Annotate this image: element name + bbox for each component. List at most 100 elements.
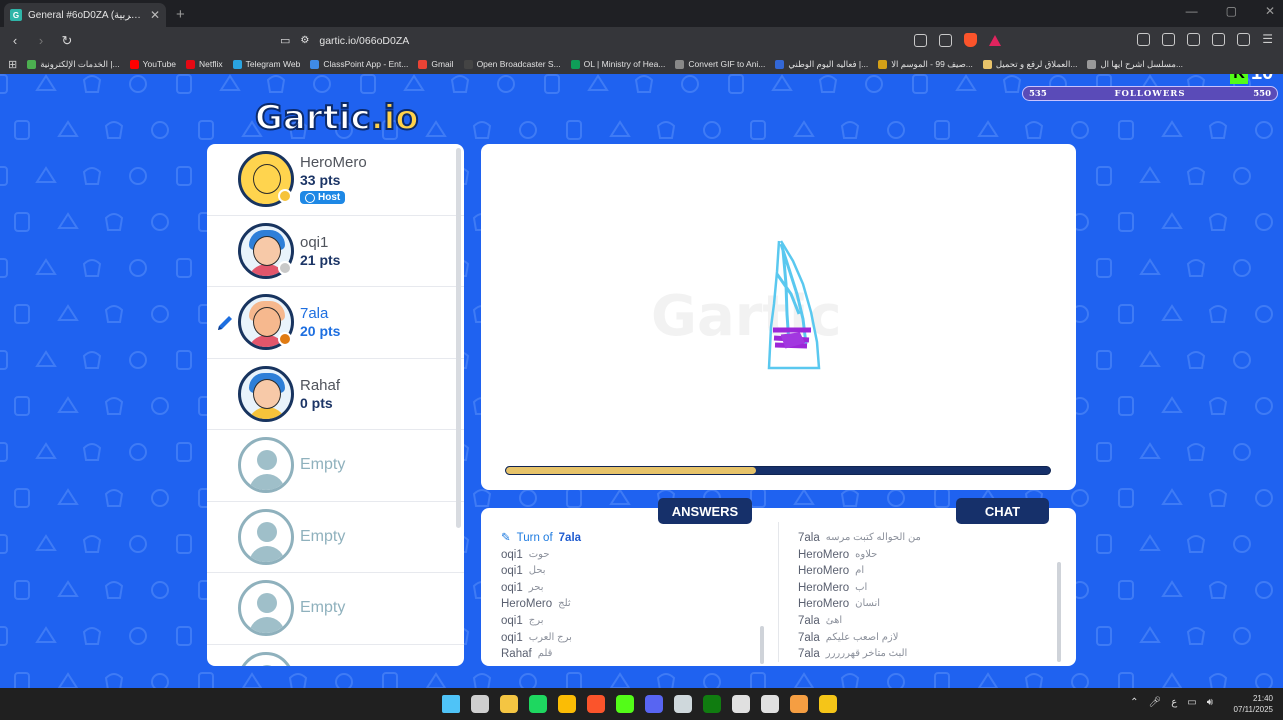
chat-scrollbar[interactable] [1057, 562, 1061, 662]
doodle-shape [82, 535, 102, 553]
url-field[interactable]: ▭ ⚙ gartic.io/066oD0ZA [280, 30, 900, 51]
microphone-icon[interactable]: 🎤︎ [1149, 697, 1162, 708]
bookmark-item[interactable]: صيف 99 - الموسم الا... [878, 59, 973, 70]
brave-shields-icon[interactable] [964, 33, 977, 47]
obs-icon[interactable] [761, 695, 779, 713]
doodle-shape [1096, 166, 1112, 186]
answers-scrollbar[interactable] [760, 626, 764, 664]
settings-icon[interactable] [732, 695, 750, 713]
doodle-shape [609, 672, 631, 688]
blender-icon[interactable] [790, 695, 808, 713]
player-name: HeroMero [300, 154, 367, 172]
clock[interactable]: 21:40 07/11/2025 [1234, 693, 1273, 715]
player-drawing [767, 240, 821, 370]
browser-tab-active[interactable]: G General #6oD0ZA (العربية) - Gar ✕ [4, 3, 166, 27]
bookmark-label: Telegram Web [245, 59, 301, 69]
answers-tab[interactable]: ANSWERS [658, 498, 752, 524]
apps-grid-icon[interactable]: ⊞ [8, 58, 17, 71]
doodle-shape [35, 258, 57, 275]
doodle-shape [151, 397, 169, 415]
new-tab-button[interactable]: + [176, 6, 185, 23]
message-author: oqi1 [501, 548, 523, 561]
bookmark-item[interactable]: Telegram Web [232, 59, 301, 69]
bookmark-item[interactable]: العملاق لرفع و تحميل... [982, 59, 1077, 70]
player-row[interactable]: HeroMero 33 pts Host [207, 144, 464, 216]
bookmark-page-icon[interactable]: ▭ [280, 34, 290, 47]
logo-main: Gartic [254, 97, 372, 139]
chat-message: HeroMero انسان [798, 596, 921, 613]
doodle-shape [634, 75, 654, 93]
drawing-canvas[interactable]: Gartic [481, 144, 1076, 490]
tray-overflow-icon[interactable]: ⌃ [1130, 697, 1138, 708]
answer-item: HeroMero ثلج [501, 596, 581, 613]
player-row[interactable]: 7ala 20 pts [207, 287, 464, 359]
kick-app-icon[interactable] [616, 695, 634, 713]
players-scrollbar[interactable] [456, 148, 461, 528]
screenshot-icon[interactable] [1137, 33, 1151, 46]
vpn-icon[interactable] [1237, 33, 1251, 46]
volume-icon[interactable]: 🔊︎ [1207, 697, 1213, 708]
doodle-shape [176, 74, 192, 94]
chat-tab[interactable]: CHAT [956, 498, 1049, 524]
brave-browser-icon[interactable] [587, 695, 605, 713]
followers-goal-bar: 535 FOLLOWERS 550 [1022, 86, 1278, 101]
doodle-shape [14, 488, 30, 508]
reload-icon[interactable]: ↻ [60, 33, 74, 49]
file-explorer-icon[interactable] [500, 695, 518, 713]
maximize-icon[interactable]: ▢ [1226, 4, 1237, 18]
task-view-icon[interactable] [471, 695, 489, 713]
empty-slot-label: Empty [300, 599, 346, 617]
doodle-shape [1002, 75, 1022, 93]
bookmark-item[interactable]: مسلسل اشرح ايها ال... [1087, 59, 1183, 70]
doodle-shape [151, 121, 169, 139]
minimize-icon[interactable]: — [1186, 4, 1198, 18]
doodle-shape [104, 397, 124, 415]
windows-start-icon[interactable] [442, 695, 460, 713]
doodle-shape [14, 120, 30, 140]
xbox-icon[interactable] [703, 695, 721, 713]
host-badge: Host [300, 191, 346, 205]
doodle-shape [1255, 213, 1273, 231]
sidebar-icon[interactable] [1162, 33, 1176, 46]
chrome-icon[interactable] [558, 695, 576, 713]
doodle-shape [57, 488, 79, 505]
share-icon[interactable] [939, 33, 952, 47]
forward-icon[interactable]: › [34, 33, 48, 48]
menu-icon[interactable]: ☰ [1262, 33, 1273, 46]
extensions-icon[interactable] [1212, 33, 1226, 46]
doodle-shape [1071, 121, 1089, 139]
close-tab-icon[interactable]: ✕ [150, 8, 160, 22]
bookmark-favicon-icon [186, 59, 196, 69]
keyboard-language[interactable]: ع [1171, 697, 1177, 708]
site-info-icon[interactable]: ⚙ [300, 35, 309, 46]
wallet-icon[interactable] [1187, 33, 1201, 46]
spotify-icon[interactable] [529, 695, 547, 713]
doodle-shape [472, 489, 492, 507]
doodle-shape [151, 673, 169, 688]
close-window-icon[interactable]: ✕ [1265, 4, 1275, 18]
player-row[interactable]: oqi1 21 pts [207, 216, 464, 287]
doodle-shape [1255, 397, 1273, 415]
network-icon[interactable]: ▭ [1187, 697, 1196, 708]
player-row[interactable]: Rahaf 0 pts [207, 359, 464, 430]
bookmark-item[interactable]: OL | Ministry of Hea... [570, 59, 666, 69]
bookmark-item[interactable]: Open Broadcaster S... [463, 59, 561, 69]
brave-rewards-icon[interactable] [989, 34, 1001, 46]
back-icon[interactable]: ‹ [8, 33, 22, 48]
bookmark-item[interactable]: Netflix [186, 59, 223, 69]
bookmark-item[interactable]: فعاليه اليوم الوطني |... [775, 59, 868, 70]
bookmark-item[interactable]: Gmail [418, 59, 454, 69]
bookmark-item[interactable]: الخدمات الإلكترونية |... [27, 59, 120, 70]
message-text: اهئ [825, 614, 843, 626]
bookmark-item[interactable]: YouTube [129, 59, 176, 69]
steam-icon[interactable] [674, 695, 692, 713]
bookmark-item[interactable]: ClassPoint App - Ent... [310, 59, 408, 69]
bookmark-item[interactable]: Convert GIF to Ani... [675, 59, 765, 69]
message-author: oqi1 [501, 565, 523, 578]
discord-icon[interactable] [645, 695, 663, 713]
norton-icon[interactable] [819, 695, 837, 713]
gartic-logo[interactable]: Gartic.io [254, 97, 420, 139]
cast-icon[interactable] [914, 33, 927, 47]
doodle-shape [1139, 534, 1161, 551]
bookmark-label: OL | Ministry of Hea... [583, 59, 666, 69]
